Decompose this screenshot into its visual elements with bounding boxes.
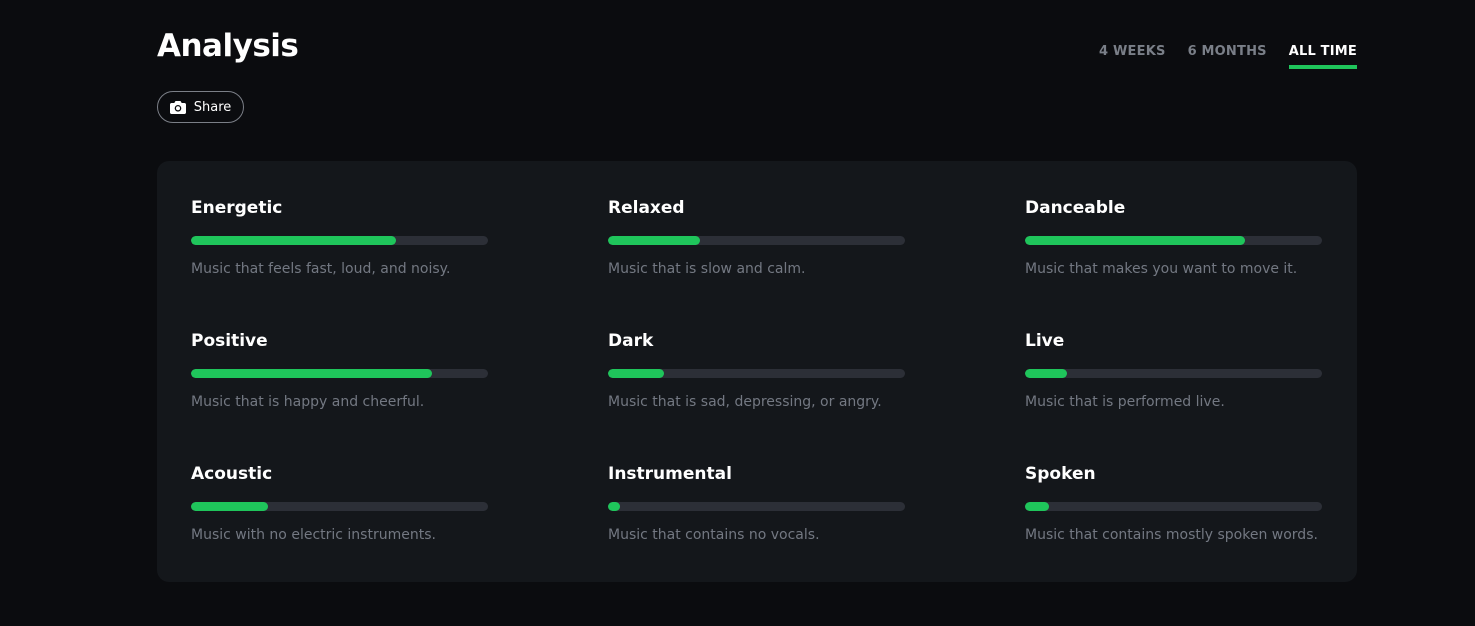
feature-bar-track xyxy=(608,369,905,378)
feature-instrumental: Instrumental Music that contains no voca… xyxy=(608,463,905,596)
feature-bar-fill xyxy=(191,236,396,245)
share-button-label: Share xyxy=(193,99,232,115)
feature-live: Live Music that is performed live. xyxy=(1025,330,1322,463)
feature-name: Positive xyxy=(191,331,268,351)
analysis-card: Energetic Music that feels fast, loud, a… xyxy=(157,161,1357,582)
feature-grid: Energetic Music that feels fast, loud, a… xyxy=(191,197,1322,596)
tab-4-weeks[interactable]: 4 WEEKS xyxy=(1099,44,1166,69)
tab-6-months[interactable]: 6 MONTHS xyxy=(1188,44,1267,69)
feature-name: Energetic xyxy=(191,198,283,218)
time-range-tabs: 4 WEEKS 6 MONTHS ALL TIME xyxy=(1099,44,1357,69)
feature-description: Music that contains no vocals. xyxy=(608,527,820,543)
feature-description: Music that makes you want to move it. xyxy=(1025,261,1298,277)
feature-danceable: Danceable Music that makes you want to m… xyxy=(1025,197,1322,330)
feature-bar-track xyxy=(608,502,905,511)
analysis-page: Analysis Share 4 WEEKS 6 MONTHS ALL TIME… xyxy=(0,0,1475,626)
feature-relaxed: Relaxed Music that is slow and calm. xyxy=(608,197,905,330)
feature-name: Instrumental xyxy=(608,464,732,484)
feature-bar-fill xyxy=(1025,369,1067,378)
page-title: Analysis xyxy=(157,28,299,64)
feature-bar-fill xyxy=(608,502,620,511)
feature-name: Spoken xyxy=(1025,464,1096,484)
feature-bar-track xyxy=(1025,369,1322,378)
feature-bar-fill xyxy=(191,502,269,511)
feature-acoustic: Acoustic Music with no electric instrume… xyxy=(191,463,488,596)
feature-description: Music that is happy and cheerful. xyxy=(191,394,425,410)
feature-bar-track xyxy=(191,236,488,245)
feature-name: Acoustic xyxy=(191,464,273,484)
feature-bar-fill xyxy=(1025,502,1049,511)
feature-description: Music that is performed live. xyxy=(1025,394,1225,410)
feature-bar-fill xyxy=(191,369,432,378)
feature-description: Music that contains mostly spoken words. xyxy=(1025,527,1318,543)
feature-positive: Positive Music that is happy and cheerfu… xyxy=(191,330,488,463)
feature-name: Live xyxy=(1025,331,1065,351)
feature-bar-track xyxy=(1025,502,1322,511)
feature-name: Relaxed xyxy=(608,198,685,218)
feature-description: Music that feels fast, loud, and noisy. xyxy=(191,261,451,277)
feature-dark: Dark Music that is sad, depressing, or a… xyxy=(608,330,905,463)
feature-name: Danceable xyxy=(1025,198,1126,218)
tab-all-time[interactable]: ALL TIME xyxy=(1288,44,1357,69)
feature-energetic: Energetic Music that feels fast, loud, a… xyxy=(191,197,488,330)
feature-name: Dark xyxy=(608,331,654,351)
share-button[interactable]: Share xyxy=(157,91,244,123)
feature-spoken: Spoken Music that contains mostly spoken… xyxy=(1025,463,1322,596)
feature-description: Music with no electric instruments. xyxy=(191,527,436,543)
camera-icon xyxy=(169,101,186,114)
feature-bar-track xyxy=(191,369,488,378)
feature-bar-track xyxy=(608,236,905,245)
feature-bar-fill xyxy=(608,236,701,245)
feature-description: Music that is sad, depressing, or angry. xyxy=(608,394,882,410)
feature-bar-fill xyxy=(608,369,665,378)
feature-bar-track xyxy=(191,502,488,511)
feature-bar-track xyxy=(1025,236,1322,245)
feature-bar-fill xyxy=(1025,236,1245,245)
feature-description: Music that is slow and calm. xyxy=(608,261,806,277)
